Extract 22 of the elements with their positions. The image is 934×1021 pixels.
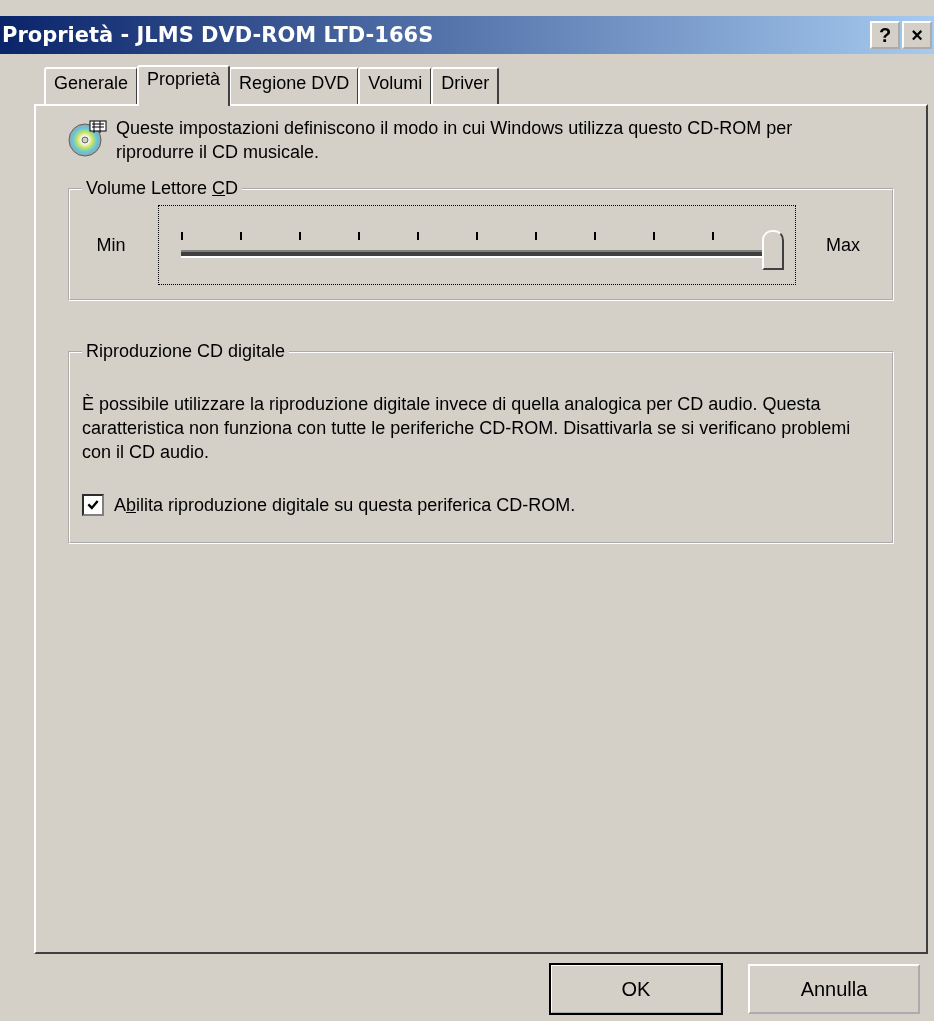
cd-music-icon [68, 118, 108, 158]
max-label: Max [825, 234, 861, 256]
tab[interactable]: Driver [431, 67, 500, 104]
min-label: Min [95, 234, 127, 256]
volume-slider[interactable] [158, 205, 796, 285]
description-text: Queste impostazioni definiscono il modo in cui Windows utilizza questo CD-ROM per riprodurre il CD musicale. [116, 117, 794, 164]
checkmark-icon [86, 498, 100, 512]
tab[interactable]: Regione DVD [229, 67, 360, 104]
ok-button[interactable]: OK [550, 964, 722, 1014]
checkbox-label[interactable]: Abilita riproduzione digitale su questa periferica CD-ROM. [114, 494, 576, 516]
slider-thumb[interactable] [762, 230, 784, 270]
checkbox[interactable] [82, 494, 104, 516]
group-label: Riproduzione CD digitale [85, 341, 287, 362]
tab[interactable]: Generale [44, 67, 139, 104]
tab[interactable]: Proprietà [137, 65, 231, 106]
group-label: Volume Lettore CD [85, 178, 240, 199]
window-title: Proprietà - JLMS DVD-ROM LTD-166S [2, 23, 434, 47]
help-button[interactable]: ? [870, 21, 900, 49]
close-button[interactable]: × [902, 21, 932, 49]
cancel-button[interactable]: Annulla [748, 964, 920, 1014]
tab[interactable]: Volumi [358, 67, 433, 104]
description-text: È possibile utilizzare la riproduzione digitale invece di quella analogica per CD audio. Questa caratteristica non funziona con tutte le periferiche CD-ROM. Disattivarla se si verificano problemi con il CD audio. [82, 393, 852, 464]
